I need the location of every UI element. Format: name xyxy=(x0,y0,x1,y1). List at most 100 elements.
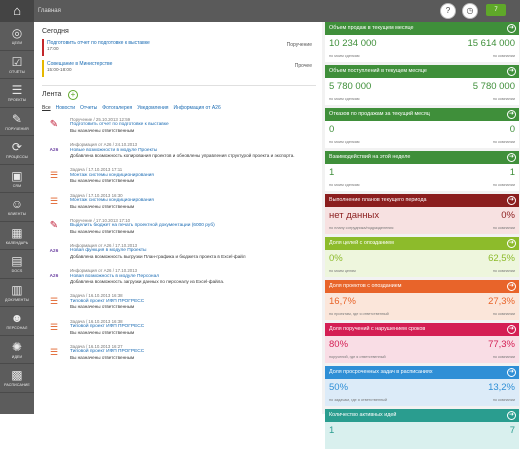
widget-value-mine: 16,7% xyxy=(329,296,356,307)
filter-tab[interactable]: Фотогалерея xyxy=(102,105,132,111)
sidebar-item-7[interactable]: ▦ Календарь xyxy=(0,222,34,250)
widget-label-mine: по плану сотрудника/подразделения xyxy=(329,226,394,230)
add-icon[interactable]: + xyxy=(68,90,78,100)
widget-value-company: 5 780 000 xyxy=(472,81,515,92)
help-icon[interactable]: ? xyxy=(440,3,456,19)
arrow-icon[interactable]: ➜ xyxy=(507,110,516,119)
widget-header[interactable]: Количество активных идей ➜ xyxy=(325,409,519,422)
sidebar-item-label: Процессы xyxy=(6,155,28,159)
idea-icon: ✺ xyxy=(11,339,23,354)
arrow-icon[interactable]: ➜ xyxy=(507,153,516,162)
arrow-icon[interactable]: ➜ xyxy=(507,239,516,248)
widget-card: Объем поступлений в текущем месяце ➜ 5 780… xyxy=(325,65,519,105)
widget-body: 10 234 000 15 614 000 по моим сделкам по ко… xyxy=(325,35,519,62)
widget-card: Доля проектов с опозданием ➜ 16,7% 27,3% по … xyxy=(325,280,519,320)
widget-value-mine: 0% xyxy=(329,253,343,264)
arrow-icon[interactable]: ➜ xyxy=(507,411,516,420)
widget-value-mine: 0 xyxy=(329,124,335,135)
sidebar-item-11[interactable]: ✺ Идеи xyxy=(0,336,34,364)
widget-header[interactable]: Объем поступлений в текущем месяце ➜ xyxy=(325,65,519,78)
sidebar-item-6[interactable]: ☺ Клиенты xyxy=(0,193,34,222)
widget-label-mine: по проектам, где я ответственный xyxy=(329,312,389,316)
sidebar-item-10[interactable]: ☻ Персонал xyxy=(0,307,34,336)
divider xyxy=(42,85,316,86)
widget-card: Доля поручений с нарушением сроков ➜ 80% 77… xyxy=(325,323,519,363)
filter-tab[interactable]: Отчеты xyxy=(80,105,97,111)
feed-item: ☰ Задача / 17.10.2013 17:11 Монтаж системы… xyxy=(42,167,316,192)
filter-tab[interactable]: Уведомления xyxy=(137,105,168,111)
feed-item-text: Вы назначены ответственным xyxy=(70,128,135,133)
sidebar-item-4[interactable]: ⟳ Процессы xyxy=(0,136,34,165)
widget-header[interactable]: Отказов по продажам за текущий месяц ➜ xyxy=(325,108,519,121)
arrow-icon[interactable]: ➜ xyxy=(507,67,516,76)
arrow-icon[interactable]: ➜ xyxy=(507,282,516,291)
widget-header[interactable]: Доля поручений с нарушением сроков ➜ xyxy=(325,323,519,336)
widget-body: 1 1 по моим сделкам по компании xyxy=(325,164,519,191)
widget-header[interactable]: Взаимодействий на этой неделе ➜ xyxy=(325,151,519,164)
widget-title: Выполнение планов текущего периода xyxy=(329,197,427,203)
widget-header[interactable]: Выполнение планов текущего периода ➜ xyxy=(325,194,519,207)
widget-label-company: по компании xyxy=(492,97,515,101)
a26-logo-icon: A26 xyxy=(49,247,59,253)
feed-item-text: Вы назначены ответственным xyxy=(70,304,135,310)
feed-item: ☰ Задача / 16.10.2013 16:38 Типовой проект… xyxy=(42,319,316,344)
widget-value-company: 0% xyxy=(501,210,515,221)
today-item[interactable]: Совещание в Министерстве 15:00-18:00 Проче… xyxy=(42,60,316,77)
feed-item: A26 Информация от A26 / 17.10.2013 Новая ф… xyxy=(42,243,316,268)
a26-logo-icon: A26 xyxy=(49,147,59,153)
arrow-icon[interactable]: ➜ xyxy=(507,325,516,334)
widget-header[interactable]: Доля проектов с опозданием ➜ xyxy=(325,280,519,293)
top-bar: ⌂ Главная ? ◷ 7 xyxy=(0,0,520,22)
today-item[interactable]: Подготовить отчет по подготовке к выстав… xyxy=(42,39,316,56)
today-item-type: Прочее xyxy=(294,63,312,69)
widget-card: Доля целей с опозданием ➜ 0% 62,5% по моим ц… xyxy=(325,237,519,277)
widget-label-company: по компании xyxy=(492,312,515,316)
clock-icon[interactable]: ◷ xyxy=(462,3,478,19)
task-stack-icon: ☰ xyxy=(49,170,59,181)
widget-header[interactable]: Объем продаж в текущем месяце ➜ xyxy=(325,22,519,35)
widget-body: 0% 62,5% по моим целям по компании xyxy=(325,250,519,277)
widget-value-company: 1 xyxy=(509,167,515,178)
widget-header[interactable]: Доля целей с опозданием ➜ xyxy=(325,237,519,250)
widget-value-company: 15 614 000 xyxy=(467,38,515,49)
widget-label-company: по компании xyxy=(492,269,515,273)
filter-tab[interactable]: Информация от A26 xyxy=(174,105,221,111)
widgets-panel: Объем продаж в текущем месяце ➜ 10 234 000… xyxy=(322,22,520,449)
widget-value-mine: 1 xyxy=(329,167,335,178)
crm-icon: ▣ xyxy=(11,168,23,183)
feed-item: ✎ Поручение / 25.10.2013 12:59 Подготовить… xyxy=(42,117,316,142)
sidebar-item-label: Отчёты xyxy=(9,69,25,74)
widget-body: 80% 77,3% поручений, где я ответственный по… xyxy=(325,336,519,363)
sidebar-item-2[interactable]: ☰ Проекты xyxy=(0,79,34,108)
sidebar-item-1[interactable]: ☑ Отчёты xyxy=(0,51,34,79)
sidebar-item-label: Документы xyxy=(5,297,29,302)
staff-icon: ☻ xyxy=(10,311,24,325)
a26-logo-icon: A26 xyxy=(49,273,59,279)
sidebar-item-12[interactable]: ▩ Расписание xyxy=(0,364,34,393)
feed-item-text: Вы назначены ответственным xyxy=(70,354,135,360)
processes-icon: ⟳ xyxy=(11,140,23,154)
pin-icon: ✎ xyxy=(49,119,59,130)
sidebar-item-label: Клиенты xyxy=(7,212,27,216)
filter-tab[interactable]: Все xyxy=(42,105,51,111)
sidebar-item-3[interactable]: ✎ Поручения xyxy=(0,108,34,136)
widget-body: 17 xyxy=(325,422,519,449)
sidebar-item-9[interactable]: ▥ Документы xyxy=(0,279,34,307)
filter-tab[interactable]: Новости xyxy=(56,105,75,111)
sidebar-item-label: CRM xyxy=(12,183,22,188)
widget-body: 5 780 000 5 780 000 по моим сделкам по комп… xyxy=(325,78,519,105)
sidebar-item-label: Поручения xyxy=(5,126,29,131)
widget-value-company: 62,5% xyxy=(488,253,515,264)
notification-badge[interactable]: 7 xyxy=(486,4,506,16)
widget-header[interactable]: Доля просроченных задач в расписаниях ➜ xyxy=(325,366,519,379)
arrow-icon[interactable]: ➜ xyxy=(507,196,516,205)
sidebar-item-5[interactable]: ▣ CRM xyxy=(0,165,34,193)
sidebar-item-0[interactable]: ◎ Цели xyxy=(0,22,34,51)
arrow-icon[interactable]: ➜ xyxy=(507,24,516,33)
sidebar-item-8[interactable]: ▤ Docs xyxy=(0,250,34,279)
home-icon[interactable]: ⌂ xyxy=(0,0,34,22)
arrow-icon[interactable]: ➜ xyxy=(507,368,516,377)
today-title: Сегодня xyxy=(42,28,69,35)
widget-label-company: по компании xyxy=(492,398,515,402)
sidebar-nav: ◎ Цели ☑ Отчёты ☰ Проекты ✎ Поручения ⟳ Процессы ▣… xyxy=(0,22,34,414)
